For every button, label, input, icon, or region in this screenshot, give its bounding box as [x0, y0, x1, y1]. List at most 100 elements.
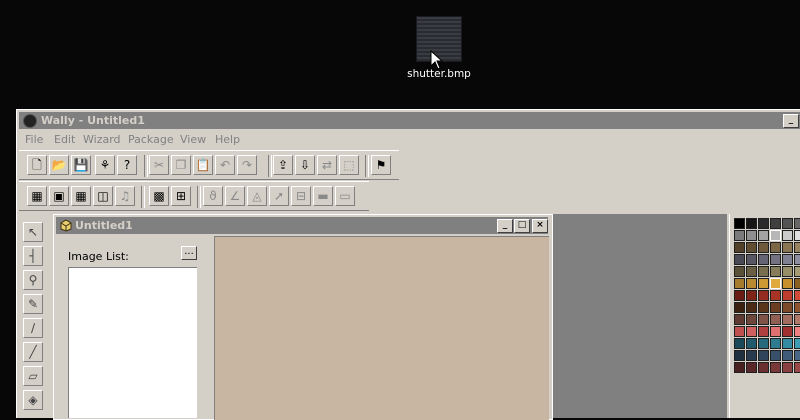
import-button[interactable]: ⇪	[273, 155, 293, 175]
convert-button[interactable]: ⇄	[317, 155, 337, 175]
palette-swatch[interactable]	[782, 278, 793, 289]
palette-swatch[interactable]	[782, 326, 793, 337]
palette-swatch[interactable]	[758, 290, 769, 301]
palette-swatch[interactable]	[746, 290, 757, 301]
palette-swatch[interactable]	[770, 350, 781, 361]
palette-swatch[interactable]	[782, 338, 793, 349]
grid-view-button[interactable]: ▦	[71, 186, 91, 206]
palette-swatch[interactable]	[770, 302, 781, 313]
eraser-tool-button[interactable]: ▱	[23, 366, 43, 386]
palette-swatch[interactable]	[770, 314, 781, 325]
palette-swatch[interactable]	[758, 266, 769, 277]
palette-swatch[interactable]	[734, 314, 745, 325]
title-bar[interactable]: Wally - Untitled1 _	[19, 112, 800, 129]
palette-swatch[interactable]	[734, 218, 745, 229]
palette-swatch[interactable]	[794, 326, 800, 337]
palette-swatch[interactable]	[734, 230, 745, 241]
palette-swatch[interactable]	[782, 266, 793, 277]
palette-swatch[interactable]	[758, 326, 769, 337]
help-button[interactable]: ?	[117, 155, 137, 175]
palette-swatch[interactable]	[746, 314, 757, 325]
menu-file[interactable]: File	[25, 133, 43, 146]
palette-swatch[interactable]	[782, 314, 793, 325]
airbrush-tool-button[interactable]: ╱	[23, 342, 43, 362]
swirl-button[interactable]: ϑ	[203, 186, 223, 206]
palette-swatch[interactable]	[734, 302, 745, 313]
palette-swatch[interactable]	[758, 314, 769, 325]
palette-swatch[interactable]	[758, 278, 769, 289]
palette-swatch[interactable]	[758, 350, 769, 361]
brush-tool-button[interactable]: ∕	[23, 318, 43, 338]
menu-help[interactable]: Help	[215, 133, 240, 146]
palette-view-button[interactable]: ▦	[27, 186, 47, 206]
menu-wizard[interactable]: Wizard	[83, 133, 121, 146]
palette-swatch[interactable]	[794, 314, 800, 325]
palette-swatch[interactable]	[782, 290, 793, 301]
redo-button[interactable]: ↷	[237, 155, 257, 175]
layer-button[interactable]: ▬	[313, 186, 333, 206]
desktop-file-icon[interactable]: shutter.bmp	[407, 16, 471, 80]
palette-swatch[interactable]	[746, 338, 757, 349]
palette-swatch[interactable]	[782, 362, 793, 373]
pointer-tool-button[interactable]: ↖	[23, 222, 43, 242]
palette-swatch[interactable]	[734, 242, 745, 253]
palette-swatch[interactable]	[746, 362, 757, 373]
palette-swatch[interactable]	[758, 362, 769, 373]
palette-swatch[interactable]	[746, 302, 757, 313]
palette-swatch[interactable]	[734, 290, 745, 301]
palette-swatch[interactable]	[746, 326, 757, 337]
palette-swatch[interactable]	[794, 338, 800, 349]
palette-swatch[interactable]	[734, 266, 745, 277]
palette-swatch[interactable]	[770, 362, 781, 373]
select-tool-button[interactable]: ⬚	[339, 155, 359, 175]
palette-swatch[interactable]	[746, 350, 757, 361]
image-list-options-button[interactable]: ...	[181, 246, 197, 260]
line-button[interactable]: ∠	[225, 186, 245, 206]
ruler-tool-button[interactable]: ┤	[23, 246, 43, 266]
export-button[interactable]: ⇩	[295, 155, 315, 175]
palette-swatch[interactable]	[770, 266, 781, 277]
palette-swatch[interactable]	[770, 230, 781, 241]
palette-swatch[interactable]	[794, 230, 800, 241]
palette-swatch[interactable]	[770, 338, 781, 349]
copy-button[interactable]: ❐	[171, 155, 191, 175]
pixel-grid-button[interactable]: ▩	[149, 186, 169, 206]
palette-swatch[interactable]	[770, 218, 781, 229]
image-canvas[interactable]	[214, 236, 549, 420]
palette-swatch[interactable]	[734, 278, 745, 289]
palette-swatch[interactable]	[758, 254, 769, 265]
align-button[interactable]: ⊟	[291, 186, 311, 206]
menu-edit[interactable]: Edit	[54, 133, 75, 146]
palette-swatch[interactable]	[794, 266, 800, 277]
arrow-button[interactable]: ➚	[269, 186, 289, 206]
palette-swatch[interactable]	[782, 350, 793, 361]
palette-swatch[interactable]	[794, 350, 800, 361]
palette-swatch[interactable]	[746, 278, 757, 289]
palette-swatch[interactable]	[746, 218, 757, 229]
palette-swatch[interactable]	[782, 302, 793, 313]
palette-swatch[interactable]	[770, 290, 781, 301]
layer2-button[interactable]: ▭	[335, 186, 355, 206]
menu-view[interactable]: View	[180, 133, 206, 146]
palette-swatch[interactable]	[770, 326, 781, 337]
palette-swatch[interactable]	[734, 326, 745, 337]
palette-swatch[interactable]	[794, 290, 800, 301]
minimize-button[interactable]: _	[783, 114, 799, 128]
shape-button[interactable]: ◬	[247, 186, 267, 206]
open-button[interactable]: 📂	[49, 155, 69, 175]
palette-swatch[interactable]	[770, 278, 781, 289]
app-logo-icon[interactable]	[23, 114, 37, 128]
palette-swatch[interactable]	[782, 218, 793, 229]
palette-swatch[interactable]	[758, 230, 769, 241]
palette-swatch[interactable]	[794, 254, 800, 265]
script-button[interactable]: ⚘	[95, 155, 115, 175]
palette-swatch[interactable]	[746, 230, 757, 241]
paste-button[interactable]: 📋	[193, 155, 213, 175]
palette-swatch[interactable]	[746, 254, 757, 265]
menu-package[interactable]: Package	[128, 133, 174, 146]
tile-grid-button[interactable]: ⊞	[171, 186, 191, 206]
undo-button[interactable]: ↶	[215, 155, 235, 175]
palette-swatch[interactable]	[794, 302, 800, 313]
palette-swatch[interactable]	[782, 230, 793, 241]
new-button[interactable]: 🗋	[27, 155, 47, 175]
